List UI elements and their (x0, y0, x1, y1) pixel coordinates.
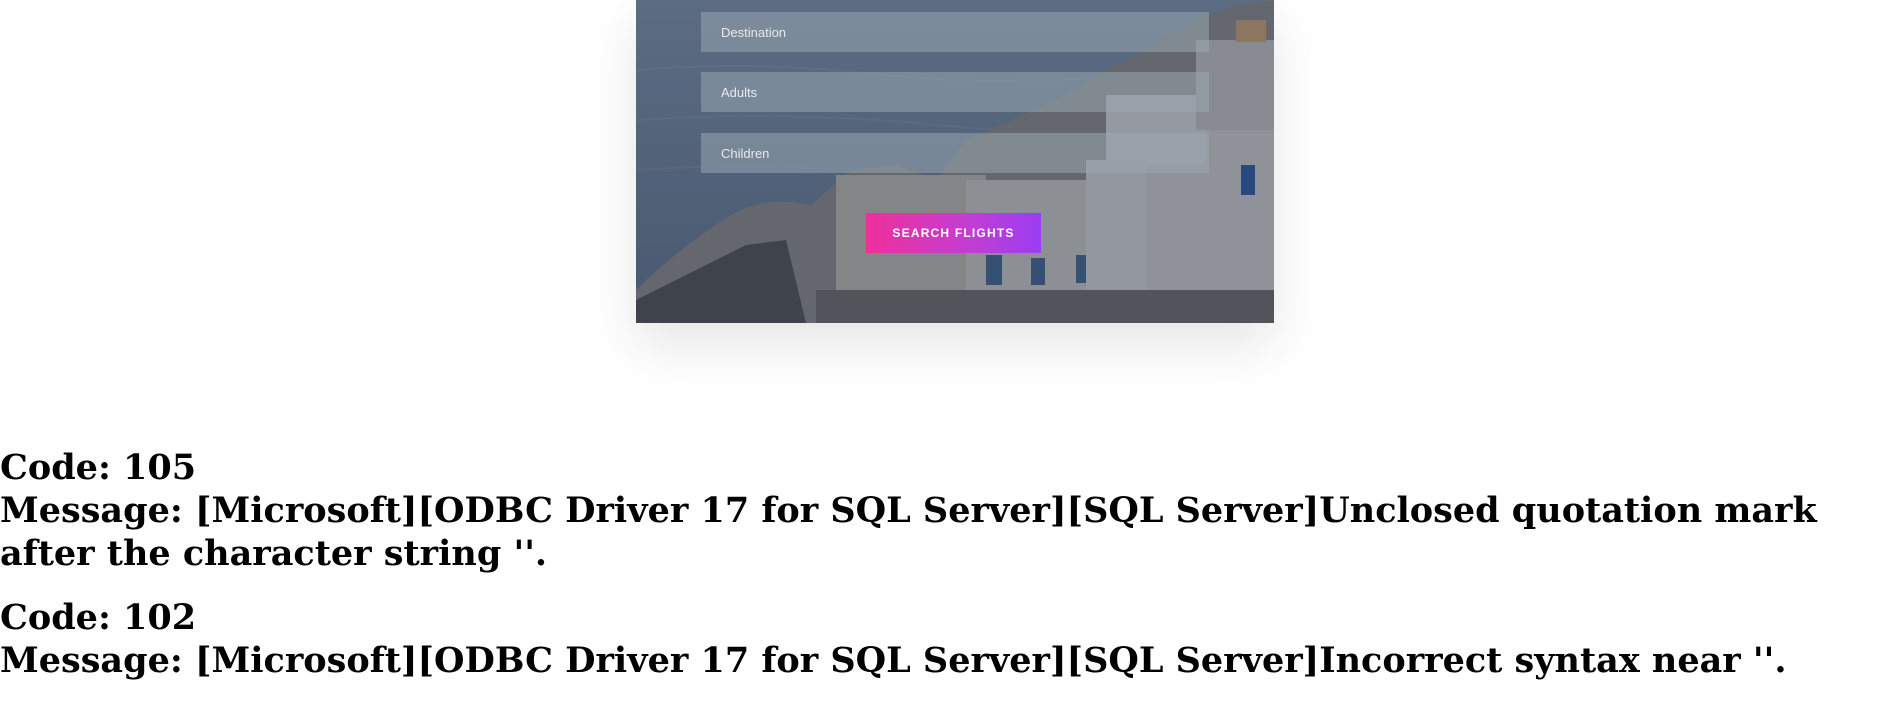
search-flights-button[interactable]: SEARCH FLIGHTS (866, 213, 1041, 253)
children-input[interactable] (701, 133, 1209, 173)
error-code: Code: 102 (0, 597, 197, 638)
flight-search-card: SEARCH FLIGHTS (636, 0, 1274, 323)
error-block: Code: 105 Message: [Microsoft][ODBC Driv… (0, 446, 1890, 575)
error-messages: Code: 105 Message: [Microsoft][ODBC Driv… (0, 446, 1890, 703)
error-block: Code: 102 Message: [Microsoft][ODBC Driv… (0, 596, 1890, 682)
error-message: Message: [Microsoft][ODBC Driver 17 for … (0, 640, 1787, 681)
destination-input[interactable] (701, 12, 1209, 52)
error-message: Message: [Microsoft][ODBC Driver 17 for … (0, 490, 1817, 574)
error-code: Code: 105 (0, 447, 197, 488)
adults-input[interactable] (701, 72, 1209, 112)
